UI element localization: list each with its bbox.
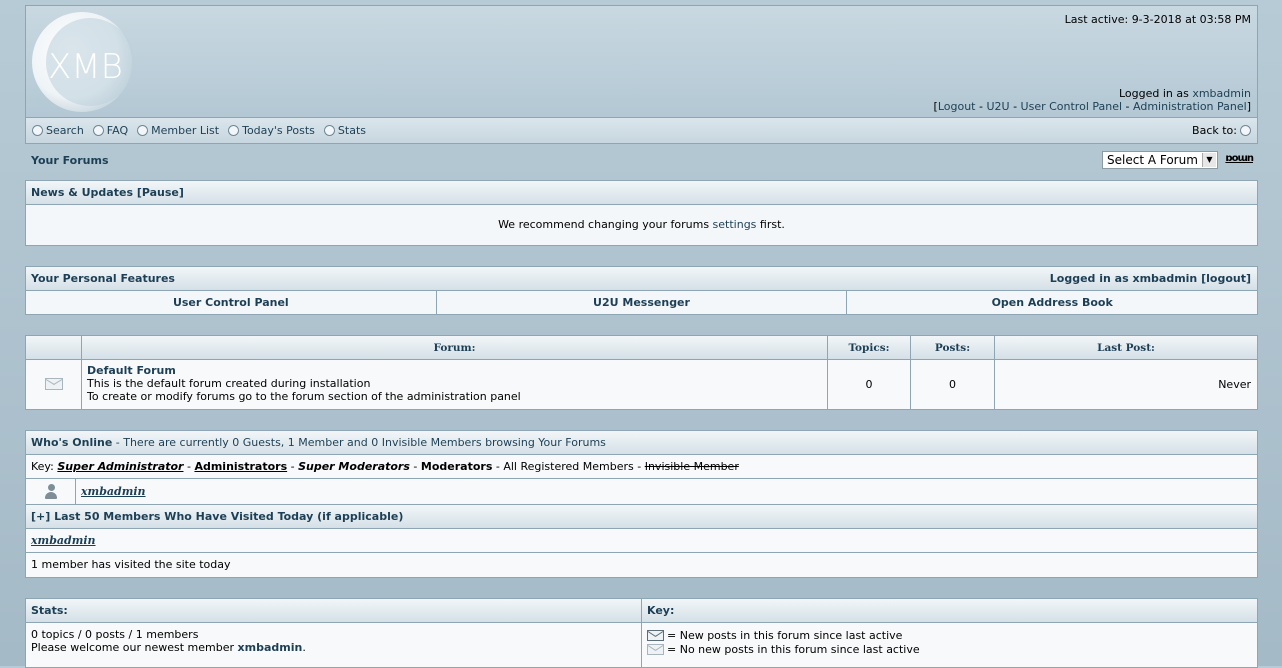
key-title: Key: bbox=[642, 599, 1257, 623]
stats-body: 0 topics / 0 posts / 1 members Please we… bbox=[31, 628, 306, 654]
nav-faq[interactable]: FAQ bbox=[92, 124, 128, 137]
header: XMB Last active: 9-3-2018 at 03:58 PM Lo… bbox=[25, 5, 1258, 118]
whos-online-title: Who's Online - There are currently 0 Gue… bbox=[26, 431, 1257, 455]
member-key: Key: Super Administrator - Administrator… bbox=[26, 455, 1257, 479]
new-posts-icon bbox=[647, 629, 664, 641]
stats-box: Stats: 0 topics / 0 posts / 1 members Pl… bbox=[25, 598, 1258, 668]
user-icon bbox=[45, 484, 57, 500]
u2u-messenger-button[interactable]: U2U Messenger bbox=[436, 291, 848, 314]
stats-column: Stats: 0 topics / 0 posts / 1 members Pl… bbox=[26, 599, 642, 667]
your-forums-link[interactable]: Your Forums bbox=[31, 154, 109, 167]
go-button[interactable]: ɒoɯn bbox=[1225, 153, 1254, 164]
nav-stats[interactable]: Stats bbox=[323, 124, 366, 137]
forum-topics: 0 bbox=[828, 360, 911, 409]
login-info: Logged in as xmbadmin [Logout - U2U - Us… bbox=[933, 87, 1251, 113]
nav-todays-posts[interactable]: Today's Posts bbox=[228, 124, 315, 137]
navbar: Search FAQ Member List Today's Posts Sta… bbox=[25, 118, 1258, 144]
newest-member-link[interactable]: xmbadmin bbox=[238, 641, 303, 654]
back-to-icon[interactable] bbox=[1240, 125, 1251, 136]
forums-table-header: Forum: Topics: Posts: Last Post: bbox=[26, 336, 1257, 360]
features-row: User Control Panel U2U Messenger Open Ad… bbox=[26, 291, 1258, 314]
administration-panel-link[interactable]: Administration Panel bbox=[1133, 100, 1247, 113]
forum-posts: 0 bbox=[911, 360, 995, 409]
nav-search[interactable]: Search bbox=[32, 124, 84, 137]
stats-icon bbox=[323, 125, 335, 136]
settings-link[interactable]: settings bbox=[713, 218, 757, 231]
online-user-row: xmbadmin bbox=[26, 479, 1257, 505]
forum-last-post: Never bbox=[1218, 378, 1251, 391]
todays-posts-icon bbox=[228, 125, 240, 136]
envelope-icon bbox=[44, 378, 63, 390]
forums-table: Forum: Topics: Posts: Last Post: Default… bbox=[25, 335, 1258, 410]
key-body: = New posts in this forum since last act… bbox=[642, 623, 1257, 661]
open-address-book-button[interactable]: Open Address Book bbox=[847, 291, 1258, 314]
header-last-post: Last Post: bbox=[1097, 342, 1155, 354]
news-body: We recommend changing your forums settin… bbox=[498, 218, 785, 231]
news-title[interactable]: News & Updates [Pause] bbox=[26, 181, 1257, 205]
nav-member-list[interactable]: Member List bbox=[137, 124, 219, 137]
last-active-text: Last active: 9-3-2018 at 03:58 PM bbox=[1064, 13, 1251, 26]
u2u-link[interactable]: U2U bbox=[986, 100, 1009, 113]
visited-count: 1 member has visited the site today bbox=[26, 553, 1257, 577]
header-forum: Forum: bbox=[82, 336, 828, 359]
svg-text:XMB: XMB bbox=[48, 47, 123, 87]
personal-features-box: Your Personal Features Logged in as xmba… bbox=[25, 266, 1258, 315]
features-logged-in[interactable]: Logged in as xmbadmin [logout] bbox=[1050, 267, 1251, 291]
visited-today-toggle[interactable]: [+] Last 50 Members Who Have Visited Tod… bbox=[26, 505, 1257, 529]
back-to: Back to: bbox=[1192, 124, 1251, 137]
news-box: News & Updates [Pause] We recommend chan… bbox=[25, 180, 1258, 246]
stats-title: Stats: bbox=[26, 599, 641, 623]
visited-user-row: xmbadmin bbox=[26, 529, 1257, 553]
user-control-panel-button[interactable]: User Control Panel bbox=[26, 291, 437, 314]
page: XMB Last active: 9-3-2018 at 03:58 PM Lo… bbox=[25, 5, 1258, 668]
header-posts: Posts: bbox=[911, 336, 995, 359]
member-list-icon bbox=[137, 125, 149, 136]
personal-features-title: Your Personal Features Logged in as xmba… bbox=[26, 267, 1257, 291]
visited-user-link[interactable]: xmbadmin bbox=[31, 534, 96, 547]
chevron-down-icon: ▼ bbox=[1202, 153, 1216, 167]
username-link[interactable]: xmbadmin bbox=[1192, 87, 1251, 100]
xmb-logo[interactable]: XMB bbox=[30, 10, 140, 114]
no-new-posts-icon bbox=[647, 643, 664, 655]
whos-online-box: Who's Online - There are currently 0 Gue… bbox=[25, 430, 1258, 578]
faq-icon bbox=[92, 125, 104, 136]
table-row: Default Forum This is the default forum … bbox=[26, 360, 1257, 409]
forum-jump-select[interactable]: Select A Forum ▼ bbox=[1102, 151, 1218, 169]
forum-description: This is the default forum created during… bbox=[87, 377, 521, 403]
forum-bar: Your Forums Select A Forum ▼ ɒoɯn bbox=[25, 144, 1258, 180]
forum-name-link[interactable]: Default Forum bbox=[87, 364, 827, 377]
logout-link[interactable]: Logout bbox=[938, 100, 976, 113]
header-topics: Topics: bbox=[828, 336, 911, 359]
user-control-panel-link[interactable]: User Control Panel bbox=[1021, 100, 1123, 113]
online-user-link[interactable]: xmbadmin bbox=[81, 485, 146, 498]
search-icon bbox=[32, 125, 43, 136]
key-column: Key: = New posts in this forum since las… bbox=[642, 599, 1257, 667]
